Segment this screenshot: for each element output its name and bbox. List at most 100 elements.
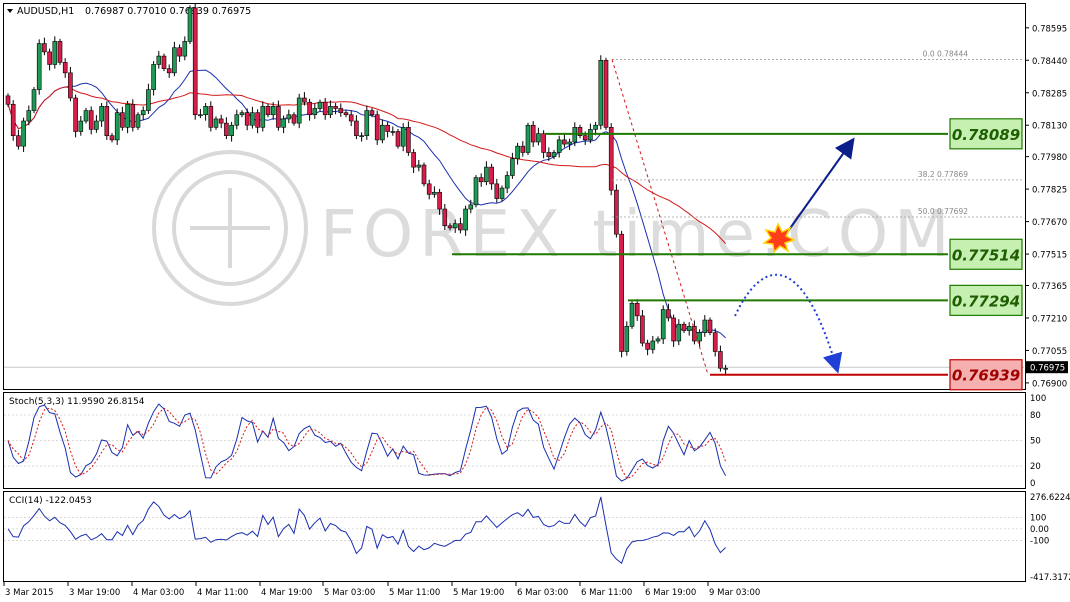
bear-candle: [333, 106, 338, 109]
time-tick-label: 5 Mar 19:00: [453, 588, 504, 598]
bear-candle: [421, 164, 427, 185]
bull-candle: [182, 41, 188, 57]
bull-candle: [26, 110, 32, 122]
bear-candle: [395, 131, 401, 147]
bull-candle: [114, 112, 120, 141]
bull-candle: [270, 106, 276, 116]
bull-candle: [78, 120, 84, 132]
bear-candle: [718, 351, 723, 369]
bull-candle: [567, 141, 572, 145]
bear-candle: [224, 122, 229, 136]
bear-candle: [5, 95, 11, 105]
cci-tick-label: -100: [1030, 536, 1049, 546]
bear-candle: [447, 225, 453, 229]
fib-level-label: 0.0 0.78444: [923, 49, 969, 58]
bear-candle: [302, 97, 307, 103]
price-tick-label: 0.77365: [1032, 282, 1067, 292]
bear-candle: [374, 114, 380, 141]
bull-candle: [234, 114, 240, 126]
cci-tick-label: 276.6224: [1030, 493, 1070, 503]
bear-candle: [437, 191, 442, 210]
bull-candle: [655, 338, 661, 342]
bear-candle: [161, 55, 167, 69]
bear-candle: [265, 106, 271, 116]
bear-candle: [130, 103, 136, 128]
bear-candle: [109, 135, 115, 141]
price-tick-label: 0.78440: [1032, 57, 1067, 67]
bear-candle: [208, 106, 214, 128]
time-tick-label: 3 Mar 2015: [5, 588, 53, 598]
bear-candle: [338, 108, 344, 113]
bear-candle: [406, 127, 411, 153]
bear-candle: [562, 139, 567, 145]
bear-candle: [442, 208, 448, 227]
bull-candle: [52, 41, 58, 65]
stoch-tick-label: 20: [1030, 462, 1041, 472]
bull-candle: [140, 110, 146, 116]
cci-tick-label: 100: [1030, 513, 1046, 523]
stoch-tick-label: 80: [1030, 411, 1041, 421]
time-tick-label: 6 Mar 11:00: [581, 588, 632, 598]
cci-tick-label: -417.3172: [1030, 573, 1070, 583]
bull-candle: [250, 112, 255, 126]
bear-candle: [73, 97, 78, 132]
fib-level-label: 50.0 0.77692: [918, 207, 968, 216]
bull-candle: [463, 208, 468, 231]
price-tick-label: 0.77210: [1032, 314, 1067, 324]
bull-candle: [312, 108, 318, 116]
bull-candle: [697, 332, 702, 342]
time-tick-label: 4 Mar 19:00: [261, 588, 312, 598]
bear-candle: [354, 120, 359, 136]
bull-candle: [260, 106, 266, 128]
bull-candle: [286, 114, 292, 120]
bear-candle: [494, 183, 500, 199]
time-tick-label: 5 Mar 11:00: [389, 588, 440, 598]
bear-candle: [634, 302, 640, 317]
bear-candle: [614, 189, 619, 235]
time-tick-label: 9 Mar 03:00: [709, 588, 760, 598]
bear-candle: [291, 114, 297, 124]
time-tick-label: 4 Mar 03:00: [133, 588, 184, 598]
level-value-label: 0.76939: [952, 367, 1020, 385]
price-tick-label: 0.78130: [1032, 122, 1067, 132]
bull-candle: [213, 118, 219, 128]
bull-candle: [135, 114, 141, 128]
bear-candle: [712, 332, 718, 352]
bull-candle: [36, 43, 42, 90]
bull-candle: [416, 164, 422, 168]
bull-candle: [146, 89, 151, 111]
bull-candle: [723, 367, 728, 370]
bull-candle: [125, 103, 130, 128]
bear-candle: [671, 317, 676, 342]
bear-candle: [666, 309, 671, 319]
bull-candle: [31, 89, 37, 111]
bull-candle: [172, 47, 177, 74]
bear-candle: [104, 106, 110, 136]
bull-candle: [156, 55, 162, 65]
symbol-header[interactable]: AUDUSD,H1 0.76987 0.77010 0.76939 0.7697…: [7, 6, 251, 17]
bull-candle: [328, 106, 333, 116]
bear-candle: [307, 101, 312, 116]
bear-candle: [120, 112, 125, 128]
bear-candle: [608, 127, 614, 191]
bear-candle: [244, 112, 250, 126]
bull-candle: [239, 112, 245, 116]
bear-candle: [276, 106, 281, 128]
bull-candle: [198, 114, 203, 117]
bear-candle: [88, 110, 94, 130]
bear-candle: [546, 152, 552, 157]
stoch-tick-label: 50: [1030, 437, 1041, 447]
time-tick-label: 3 Mar 19:00: [69, 588, 120, 598]
cci-label: CCI(14) -122.0453: [9, 496, 92, 506]
bull-candle: [598, 59, 604, 126]
bull-candle: [281, 118, 286, 128]
bear-candle: [68, 72, 73, 99]
bear-candle: [541, 133, 546, 153]
price-tick-label: 0.78285: [1032, 89, 1067, 99]
bull-candle: [151, 64, 156, 90]
bull-candle: [650, 340, 656, 350]
bull-candle: [593, 124, 598, 130]
bear-candle: [369, 110, 375, 116]
bull-candle: [629, 302, 635, 327]
bull-candle: [203, 106, 208, 116]
